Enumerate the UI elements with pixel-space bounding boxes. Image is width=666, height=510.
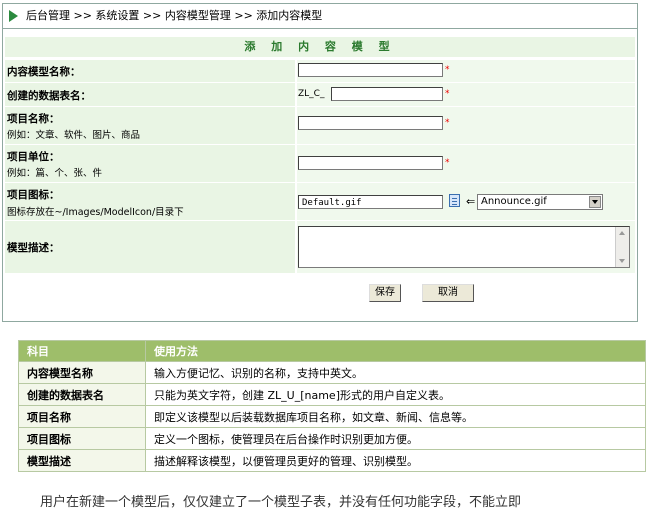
- left-arrow-icon: ⇐: [466, 195, 476, 208]
- field-label: 创建的数据表名：: [7, 90, 91, 102]
- field-label: 项目图标：: [7, 189, 60, 201]
- table-cell-subject: 创建的数据表名: [18, 383, 146, 406]
- field-label: 模型描述：: [7, 242, 60, 254]
- table-cell-usage: 定义一个图标，使管理员在后台操作时识别更加方便。: [145, 427, 646, 450]
- table-row: 项目名称 即定义该模型以后装载数据库项目名称，如文章、新闻、信息等。: [18, 405, 646, 428]
- item-unit-input[interactable]: [298, 156, 443, 170]
- form-title: 添 加 内 容 模 型: [5, 37, 635, 57]
- field-row-item-unit: 项目单位： 例如：篇、个、张、件 *: [5, 144, 635, 182]
- table-cell-usage: 只能为英文字符，创建 ZL_U_[name]形式的用户自定义表。: [145, 383, 646, 406]
- field-row-item-icon: 项目图标： 图标存放在~/Images/ModelIcon/目录下 Defaul…: [5, 182, 635, 220]
- table-cell-usage: 即定义该模型以后装载数据库项目名称，如文章、新闻、信息等。: [145, 405, 646, 428]
- model-name-input[interactable]: [298, 63, 443, 77]
- field-hint: 例如：篇、个、张、件: [7, 168, 103, 179]
- breadcrumb-text: 后台管理 >> 系统设置 >> 内容模型管理 >> 添加内容模型: [26, 9, 323, 22]
- field-row-model-name: 内容模型名称： *: [5, 59, 635, 82]
- table-name-input[interactable]: [331, 87, 443, 101]
- table-cell-subject: 项目图标: [18, 427, 146, 450]
- table-cell-usage: 输入方便记忆、识别的名称，支持中英文。: [145, 361, 646, 384]
- form-panel: 后台管理 >> 系统设置 >> 内容模型管理 >> 添加内容模型 添 加 内 容…: [2, 3, 638, 322]
- field-row-table-name: 创建的数据表名： ZL_C_ *: [5, 82, 635, 106]
- dropdown-arrow-icon[interactable]: [589, 196, 601, 208]
- item-icon-input[interactable]: Default.gif: [298, 195, 443, 209]
- field-row-description: 模型描述：: [5, 220, 635, 273]
- field-label: 内容模型名称：: [7, 66, 81, 78]
- table-cell-subject: 项目名称: [18, 405, 146, 428]
- table-prefix: ZL_C_: [298, 89, 325, 99]
- table-row: 模型描述 描述解释该模型，以便管理员更好的管理、识别模型。: [18, 449, 646, 472]
- table-header-cell: 科目: [18, 340, 146, 362]
- field-row-item-name: 项目名称： 例如：文章、软件、图片、商品 *: [5, 106, 635, 144]
- field-hint: 例如：文章、软件、图片、商品: [7, 130, 141, 141]
- table-row: 创建的数据表名 只能为英文字符，创建 ZL_U_[name]形式的用户自定义表。: [18, 383, 646, 406]
- table-cell-usage: 描述解释该模型，以便管理员更好的管理、识别模型。: [145, 449, 646, 472]
- field-hint: 图标存放在~/Images/ModelIcon/目录下: [7, 207, 184, 218]
- table-cell-subject: 内容模型名称: [18, 361, 146, 384]
- scrollbar[interactable]: [615, 227, 629, 267]
- breadcrumb: 后台管理 >> 系统设置 >> 内容模型管理 >> 添加内容模型: [3, 4, 637, 29]
- required-mark: *: [445, 65, 450, 75]
- file-browse-icon[interactable]: [449, 194, 460, 207]
- cancel-button[interactable]: 取消: [422, 284, 474, 302]
- usage-table: 科目 使用方法 内容模型名称 输入方便记忆、识别的名称，支持中英文。 创建的数据…: [18, 340, 646, 472]
- scroll-down-icon[interactable]: [619, 259, 625, 263]
- icon-select[interactable]: Announce.gif: [477, 194, 603, 210]
- table-header-cell: 使用方法: [145, 340, 646, 362]
- save-button[interactable]: 保存: [369, 284, 401, 302]
- item-name-input[interactable]: [298, 116, 443, 130]
- play-arrow-icon: [9, 10, 18, 22]
- footer-note: 用户在新建一个模型后，仅仅建立了一个模型子表，并没有任何功能字段，不能立即: [40, 495, 522, 510]
- required-mark: *: [445, 118, 450, 128]
- icon-select-value: Announce.gif: [481, 196, 547, 207]
- table-cell-subject: 模型描述: [18, 449, 146, 472]
- required-mark: *: [445, 89, 450, 99]
- table-header-row: 科目 使用方法: [18, 340, 646, 362]
- description-textarea[interactable]: [298, 226, 630, 268]
- field-label: 项目名称：: [7, 113, 60, 125]
- table-row: 内容模型名称 输入方便记忆、识别的名称，支持中英文。: [18, 361, 646, 384]
- scroll-up-icon[interactable]: [619, 231, 625, 235]
- field-label: 项目单位：: [7, 151, 60, 163]
- form-actions: 保存 取消: [5, 276, 635, 316]
- table-row: 项目图标 定义一个图标，使管理员在后台操作时识别更加方便。: [18, 427, 646, 450]
- required-mark: *: [445, 158, 450, 168]
